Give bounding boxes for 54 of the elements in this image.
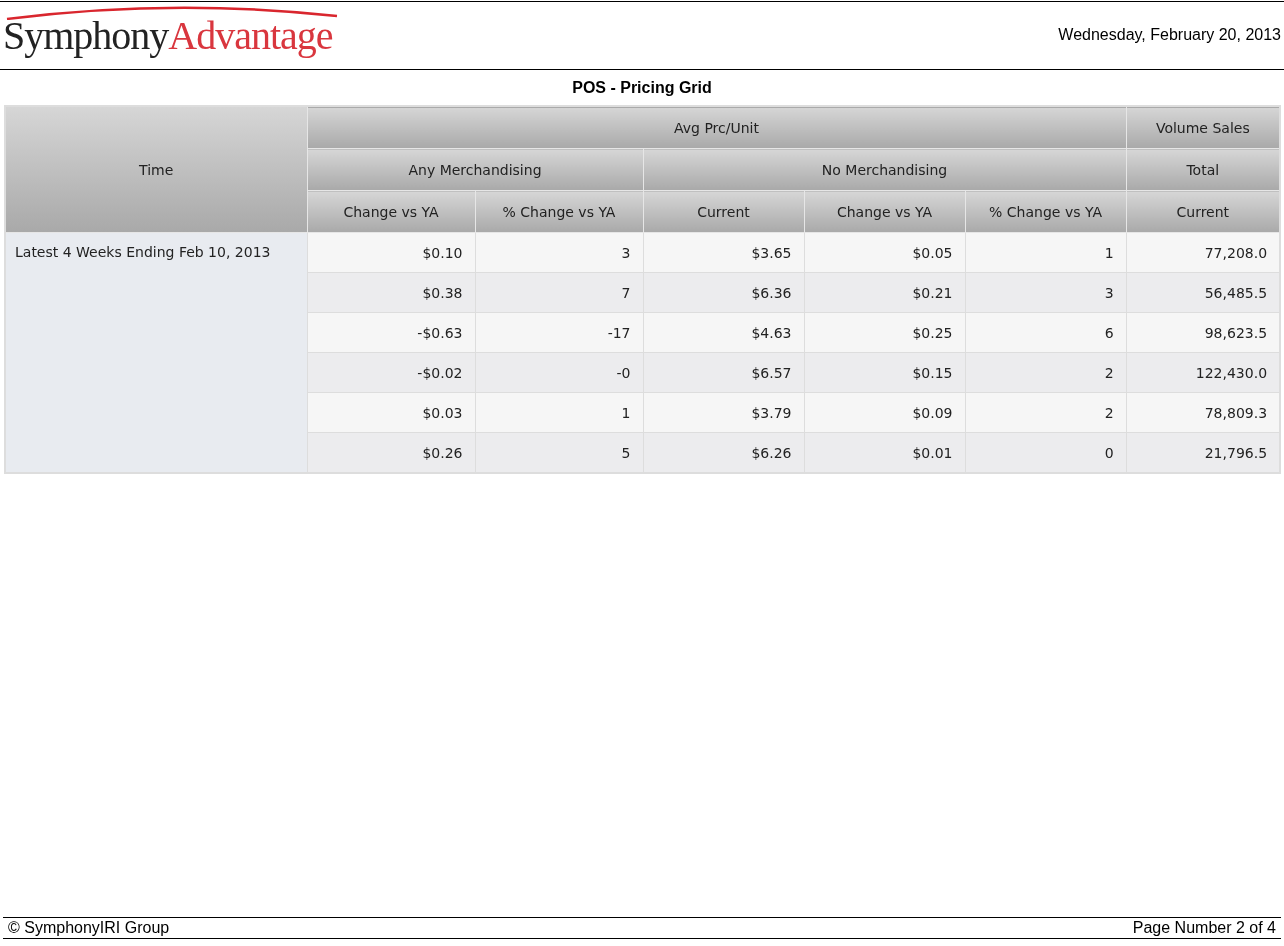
table-cell: 122,430.0 — [1126, 352, 1281, 393]
table-cell: 98,623.5 — [1126, 312, 1281, 353]
table-cell: 21,796.5 — [1126, 432, 1281, 473]
table-cell: $6.57 — [643, 352, 804, 393]
table-cell: $0.01 — [804, 432, 965, 473]
table-cell: 2 — [965, 352, 1127, 393]
column-header: Total — [1126, 148, 1281, 191]
column-header: No Merchandising — [643, 148, 1127, 191]
table-cell: 1 — [965, 232, 1127, 273]
column-header: Current — [1126, 190, 1281, 233]
table-cell: -17 — [475, 312, 643, 353]
column-header: Time — [5, 106, 307, 233]
column-header: Volume Sales — [1126, 106, 1281, 149]
table-cell: $0.38 — [307, 272, 475, 313]
table-cell: $3.65 — [643, 232, 804, 273]
column-header: Current — [643, 190, 804, 233]
table-cell: 2 — [965, 392, 1127, 433]
table-cell: $3.79 — [643, 392, 804, 433]
table-cell: $0.25 — [804, 312, 965, 353]
table-cell: 1 — [475, 392, 643, 433]
table-cell: 78,809.3 — [1126, 392, 1281, 433]
page-number: Page Number 2 of 4 — [1132, 918, 1276, 938]
table-cell: 56,485.5 — [1126, 272, 1281, 313]
table-cell: $6.26 — [643, 432, 804, 473]
table-cell: $0.03 — [307, 392, 475, 433]
table-cell: $0.15 — [804, 352, 965, 393]
column-header: Change vs YA — [804, 190, 965, 233]
table-cell: $0.05 — [804, 232, 965, 273]
logo: SymphonyAdvantage — [3, 16, 334, 56]
table-cell: -0 — [475, 352, 643, 393]
table-cell: 6 — [965, 312, 1127, 353]
table-cell: 3 — [965, 272, 1127, 313]
table-cell: $4.63 — [643, 312, 804, 353]
table-cell: $0.26 — [307, 432, 475, 473]
table-cell: 0 — [965, 432, 1127, 473]
table-cell: 7 — [475, 272, 643, 313]
table-cell: $0.10 — [307, 232, 475, 273]
column-header: Avg Prc/Unit — [307, 106, 1127, 149]
copyright: © SymphonyIRI Group — [8, 918, 170, 938]
table-cell: $6.36 — [643, 272, 804, 313]
report-date: Wednesday, February 20, 2013 — [1058, 25, 1282, 44]
table-cell: 77,208.0 — [1126, 232, 1281, 273]
table-cell: 5 — [475, 432, 643, 473]
table-cell: -$0.63 — [307, 312, 475, 353]
report-title: POS - Pricing Grid — [571, 78, 713, 98]
table-cell: $0.21 — [804, 272, 965, 313]
column-header: Change vs YA — [307, 190, 475, 233]
time-cell: Latest 4 Weeks Ending Feb 10, 2013 — [5, 232, 307, 473]
column-header: Any Merchandising — [307, 148, 643, 191]
table-cell: -$0.02 — [307, 352, 475, 393]
table-cell: $0.09 — [804, 392, 965, 433]
column-header: % Change vs YA — [475, 190, 643, 233]
column-header: % Change vs YA — [965, 190, 1127, 233]
table-cell: 3 — [475, 232, 643, 273]
